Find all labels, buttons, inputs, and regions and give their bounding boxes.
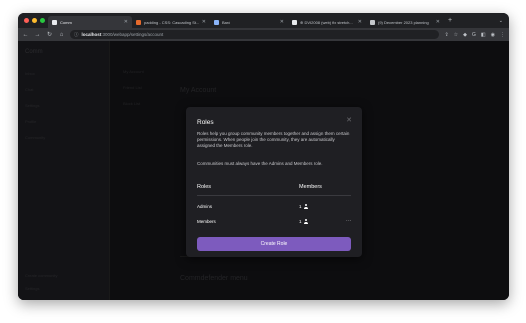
- member-count-value: 1: [299, 219, 302, 224]
- more-options-icon[interactable]: ···: [346, 218, 352, 224]
- modal-description: Roles help you group community members t…: [197, 131, 350, 148]
- share-icon[interactable]: ⇪: [444, 32, 448, 38]
- address-bar: ← → ↻ ⌂ ⓘ localhost :3000/webapp/setting…: [18, 28, 509, 41]
- tab-favicon-icon: [52, 19, 57, 25]
- tab-favicon-icon: [214, 19, 219, 25]
- tab-label: padding - CSS: Cascading St...: [144, 19, 200, 25]
- role-name: Admins: [197, 204, 213, 209]
- maximize-window-button[interactable]: [40, 18, 45, 23]
- tab-label: (9) December 2023 planning: [378, 19, 429, 25]
- browser-tab[interactable]: padding - CSS: Cascading St... ✕: [132, 16, 210, 28]
- tab-close-icon[interactable]: ✕: [358, 19, 362, 25]
- tab-close-icon[interactable]: ✕: [124, 19, 128, 25]
- modal-title: Roles: [197, 119, 214, 126]
- modal-note: Communities must always have the Admins …: [197, 161, 323, 166]
- tab-bar: Comm ✕ padding - CSS: Cascading St... ✕ …: [18, 13, 509, 28]
- profile-icon[interactable]: ◉: [491, 32, 495, 38]
- site-info-icon[interactable]: ⓘ: [74, 32, 79, 38]
- create-role-button[interactable]: Create Role: [197, 237, 351, 251]
- url-host: localhost: [81, 32, 102, 37]
- tab-favicon-icon: [370, 19, 375, 25]
- tab-label: Bard: [222, 19, 231, 25]
- roles-column-header: Roles: [197, 184, 212, 190]
- tab-favicon-icon: [136, 19, 141, 25]
- role-name: Members: [197, 219, 216, 224]
- url-path: :3000/webapp/settings/account: [101, 32, 164, 37]
- tab-close-icon[interactable]: ✕: [280, 19, 284, 25]
- browser-tab[interactable]: Bard ✕: [210, 16, 288, 28]
- bookmark-star-icon[interactable]: ☆: [454, 32, 458, 38]
- member-count: 1: [299, 219, 309, 224]
- browser-tab[interactable]: ⊕ DVI2008 (web) fix stretch... ✕: [288, 16, 366, 28]
- browser-window: Comm ✕ padding - CSS: Cascading St... ✕ …: [18, 13, 509, 300]
- back-icon[interactable]: ←: [22, 32, 29, 38]
- member-count-value: 1: [299, 204, 302, 209]
- person-icon: [304, 219, 309, 224]
- tab-search-icon[interactable]: ⌄: [499, 18, 503, 24]
- window-controls: [18, 18, 48, 23]
- toolbar-icons: ⇪ ☆ ◆ G ◧ ◉ ⋮: [444, 32, 505, 38]
- home-icon[interactable]: ⌂: [58, 32, 65, 38]
- roles-modal: Roles ✕ Roles help you group community m…: [186, 107, 362, 257]
- tab-close-icon[interactable]: ✕: [202, 19, 206, 25]
- close-window-button[interactable]: [24, 18, 29, 23]
- person-icon: [304, 204, 309, 209]
- minimize-window-button[interactable]: [32, 18, 37, 23]
- tab-label: ⊕ DVI2008 (web) fix stretch...: [300, 19, 353, 25]
- url-field[interactable]: ⓘ localhost :3000/webapp/settings/accoun…: [70, 30, 440, 39]
- sidepanel-icon[interactable]: ◧: [481, 32, 486, 38]
- menu-icon[interactable]: ⋮: [500, 32, 505, 38]
- tab-close-icon[interactable]: ✕: [436, 19, 440, 25]
- browser-tab[interactable]: Comm ✕: [48, 16, 132, 28]
- reload-icon[interactable]: ↻: [46, 31, 53, 38]
- google-icon[interactable]: G: [472, 32, 476, 38]
- divider: [197, 195, 351, 196]
- extension-icon[interactable]: ◆: [463, 32, 467, 38]
- members-column-header: Members: [299, 184, 322, 190]
- browser-tab[interactable]: (9) December 2023 planning ✕: [366, 16, 444, 28]
- tab-label: Comm: [60, 19, 72, 25]
- new-tab-button[interactable]: +: [448, 17, 452, 24]
- member-count: 1: [299, 204, 309, 209]
- tab-favicon-icon: [292, 19, 297, 25]
- forward-icon[interactable]: →: [34, 32, 41, 38]
- close-icon[interactable]: ✕: [346, 117, 352, 124]
